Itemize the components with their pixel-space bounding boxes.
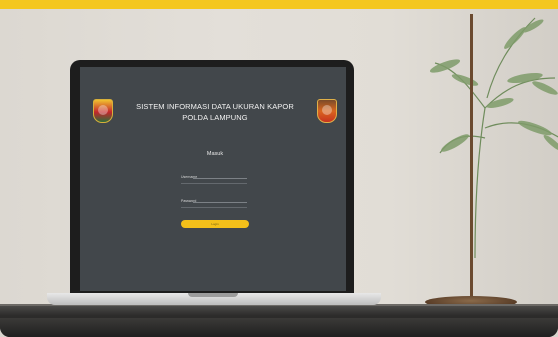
plant-decoration <box>429 17 558 259</box>
username-underline <box>181 183 247 184</box>
photo-stage: SISTEM INFORMASI DATA UKURAN KAPOR POLDA… <box>0 0 558 337</box>
app-title: SISTEM INFORMASI DATA UKURAN KAPOR POLDA… <box>120 101 310 123</box>
laptop-notch <box>188 293 238 297</box>
login-heading: Masuk <box>206 151 224 157</box>
police-emblem-icon <box>93 99 113 123</box>
password-input[interactable] <box>193 202 247 203</box>
app-title-line1: SISTEM INFORMASI DATA UKURAN KAPOR <box>136 102 294 111</box>
password-underline <box>181 207 247 208</box>
username-input[interactable] <box>193 178 247 179</box>
app-title-line2: POLDA LAMPUNG <box>182 113 248 122</box>
desk-front <box>0 318 558 337</box>
login-button[interactable]: Login <box>181 220 249 228</box>
lamp-pole <box>470 14 473 299</box>
polda-badge-icon <box>317 99 337 123</box>
